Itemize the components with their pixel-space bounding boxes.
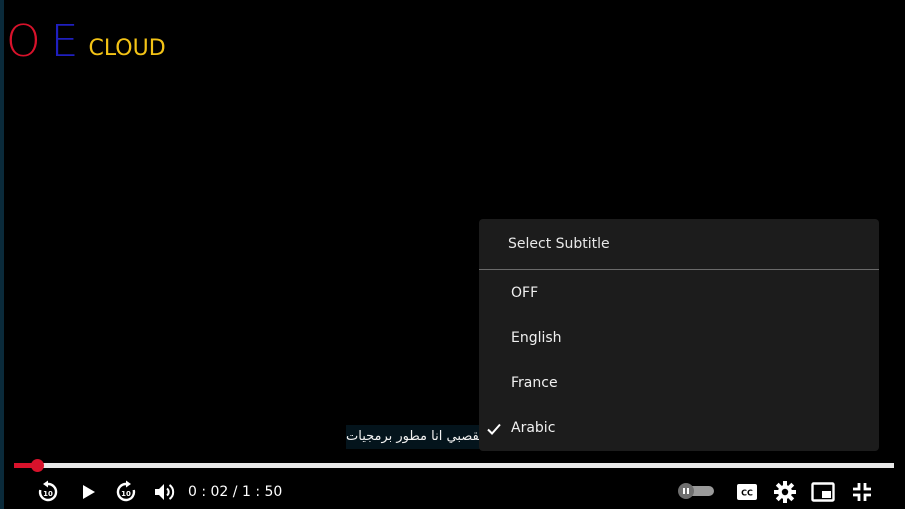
time-separator: / — [228, 484, 242, 500]
captions-icon[interactable]: CC — [734, 479, 760, 505]
subtitle-option-english[interactable]: English — [479, 316, 879, 361]
current-time: 0 : 02 — [188, 484, 229, 500]
duration: 1 : 50 — [241, 484, 283, 500]
subtitle-option-label: France — [511, 375, 558, 391]
progress-bar[interactable] — [14, 459, 894, 472]
left-edge-border — [0, 0, 4, 509]
subtitle-option-label: English — [511, 330, 562, 346]
logo-letter-o: O — [6, 16, 41, 67]
gear-icon[interactable] — [772, 479, 798, 505]
subtitle-option-off[interactable]: OFF — [479, 271, 879, 316]
replay-10-icon[interactable]: 10 — [35, 479, 61, 505]
picture-in-picture-icon[interactable] — [810, 479, 836, 505]
subtitle-option-arabic[interactable]: Arabic — [479, 406, 879, 451]
volume-icon[interactable] — [151, 479, 177, 505]
subtitle-options: OFF English France Arabic — [479, 270, 879, 451]
autoplay-toggle-icon[interactable] — [678, 483, 714, 499]
subtitle-option-label: Arabic — [511, 420, 556, 436]
logo-letter-e: E — [50, 16, 79, 67]
subtitle-option-label: OFF — [511, 285, 539, 301]
subtitle-menu: Select Subtitle OFF English France Arabi… — [479, 219, 879, 451]
forward-10-icon[interactable]: 10 — [113, 479, 139, 505]
svg-text:CC: CC — [741, 489, 753, 498]
player-controls: 10 10 0 : 02 / 1 : 50 CC — [0, 475, 905, 507]
progress-scrubber-handle[interactable] — [31, 459, 44, 472]
checkmark-icon — [487, 406, 503, 451]
svg-text:10: 10 — [43, 490, 53, 498]
play-icon[interactable] — [75, 479, 101, 505]
autoplay-toggle-knob — [678, 483, 694, 499]
subtitle-menu-title: Select Subtitle — [479, 219, 879, 270]
logo-word-cloud: CLOUD — [88, 36, 166, 61]
exit-fullscreen-icon[interactable] — [849, 479, 875, 505]
svg-text:10: 10 — [121, 490, 131, 498]
subtitle-option-france[interactable]: France — [479, 361, 879, 406]
brand-logo: O E CLOUD — [6, 14, 166, 64]
time-display: 0 : 02 / 1 : 50 — [188, 483, 282, 501]
